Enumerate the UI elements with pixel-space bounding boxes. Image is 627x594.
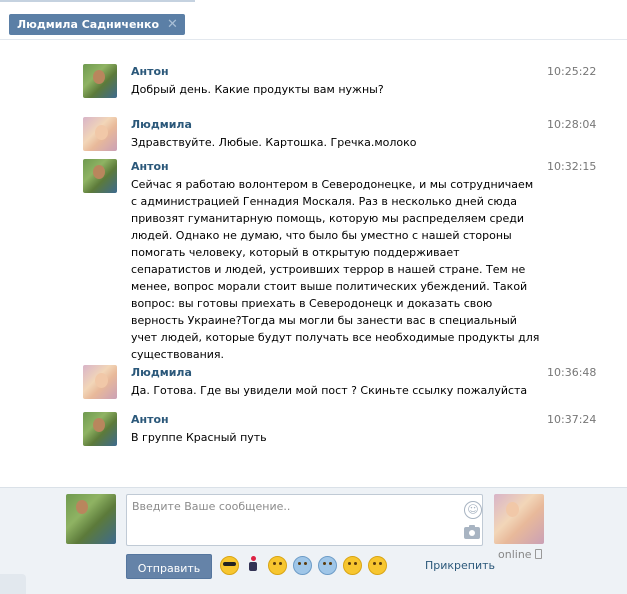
message-line: привозят гуманитарную помощь, которую мы… [131,212,525,225]
message-text: Здравствуйте. Любые. Картошка. Гречка.мо… [131,134,551,151]
composer: ☺ online Отправить Прикрепить [0,487,627,594]
grinning-emoji-icon[interactable] [268,556,287,575]
smile-icon[interactable]: ☺ [464,501,482,519]
author-name[interactable]: Антон [131,159,551,175]
message-time[interactable]: 10:32:15 [547,159,596,175]
message-body: Антон 10:25:22 Добрый день. Какие продукты… [131,64,596,98]
message-input[interactable] [132,500,452,538]
no-mouth-emoji-icon[interactable] [368,556,387,575]
chat-tab-title: Людмила Садниченко [17,18,160,31]
message-time[interactable]: 10:28:04 [547,117,596,133]
author-avatar[interactable] [83,64,117,98]
message-text: В группе Красный путь [131,429,551,446]
message-line: помогать человеку, который в открытую по… [131,246,460,259]
message-body: Людмила 10:36:48 Да. Готова. Где вы увидел… [131,365,596,399]
author-name[interactable]: Людмила [131,365,551,381]
author-avatar[interactable] [83,365,117,399]
message-line: Да. Готова. Где вы увидели мой пост ? Ск… [131,384,528,397]
recipient-avatar[interactable] [494,494,544,544]
message-line: сепаратистов и людей, устроивших террор … [131,263,526,276]
screaming-emoji-icon[interactable] [318,556,337,575]
camera-icon[interactable] [464,525,480,539]
scrollbar[interactable] [621,40,627,487]
message-body: Людмила 10:28:04 Здравствуйте. Любые. Карт… [131,117,596,151]
my-avatar[interactable] [66,494,116,544]
message-line: с администрацией Геннадия Москаля. Раз в… [131,195,517,208]
message-time[interactable]: 10:36:48 [547,365,596,381]
close-icon[interactable]: ✕ [167,14,178,35]
message-time[interactable]: 10:25:22 [547,64,596,80]
message-line: вопрос: вы готовы приехать в Северодонец… [131,297,493,310]
message-body: Антон 10:32:15 Сейчас я работаю волонтером… [131,159,596,363]
corner-tab [0,574,26,594]
message-line: верность Украине?Тогда мы могли бы занес… [131,314,517,327]
online-status: online [498,548,542,561]
message-line: учет людей, которые будут получать все н… [131,331,540,344]
mobile-icon [534,549,542,559]
attach-link[interactable]: Прикрепить [425,559,495,572]
message-input-box[interactable]: ☺ [126,494,483,546]
emoji-bar [220,556,387,575]
message-list: Антон 10:25:22 Добрый день. Какие продукты… [0,40,627,487]
author-name[interactable]: Антон [131,412,551,428]
author-avatar[interactable] [83,159,117,193]
message-line: Сейчас я работаю волонтером в Северодоне… [131,178,534,191]
send-button[interactable]: Отправить [126,554,212,579]
sunglasses-emoji-icon[interactable] [220,556,239,575]
message-line: Добрый день. Какие продукты вам нужны? [131,83,384,96]
author-avatar[interactable] [83,412,117,446]
astonished-emoji-icon[interactable] [343,556,362,575]
author-name[interactable]: Антон [131,64,551,80]
message-body: Антон 10:37:24 В группе Красный путь [131,412,596,446]
message-time[interactable]: 10:37:24 [547,412,596,428]
cold-sweat-emoji-icon[interactable] [293,556,312,575]
message-line: существования. [131,348,225,361]
message-text: Добрый день. Какие продукты вам нужны? [131,81,551,98]
active-tab-indicator [0,0,195,2]
message-line: В группе Красный путь [131,431,267,444]
chat-tab[interactable]: Людмила Садниченко ✕ [9,14,185,35]
message-text: Сейчас я работаю волонтером в Северодоне… [131,176,551,363]
author-avatar[interactable] [83,117,117,151]
running-man-emoji-icon[interactable] [245,556,262,573]
top-bar: Людмила Садниченко ✕ [0,0,627,40]
message-text: Да. Готова. Где вы увидели мой пост ? Ск… [131,382,551,399]
message-line: менее, вопрос морали стоит выше политиче… [131,280,528,293]
author-name[interactable]: Людмила [131,117,551,133]
message-line: Здравствуйте. Любые. Картошка. Гречка.мо… [131,136,417,149]
message-line: людей. Однако не думаю, что было бы умес… [131,229,512,242]
